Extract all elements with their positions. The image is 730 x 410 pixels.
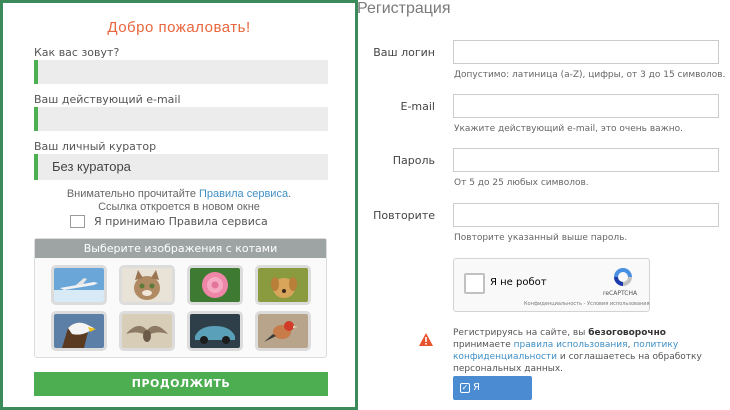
agree-button[interactable]: ✓ Я согласен! [453,376,532,410]
rules-link[interactable]: Правила сервиса [199,188,288,200]
rules-notice-prefix: Внимательно прочитайте [66,188,199,200]
repeat-password-hint: Повторите указанный выше пароль. [454,233,628,243]
image-captcha: Выберите изображения с котами [34,238,327,358]
warning-icon [419,333,433,346]
captcha-image-rose[interactable] [187,265,243,305]
recaptcha-logo-icon [614,268,632,286]
puppy-image [258,268,308,302]
login-input[interactable] [453,40,719,64]
captcha-image-small-bird[interactable] [255,311,311,351]
curator-select[interactable]: Без куратора [34,154,328,180]
rules-notice: Внимательно прочитайте Правила сервиса. [3,188,355,201]
recaptcha-widget: Я не робот reCAPTCHA Конфиденциальность … [453,258,650,312]
name-input[interactable] [34,60,328,84]
repeat-password-label: Повторите [373,209,435,222]
continue-button[interactable]: ПРОДОЛЖИТЬ [34,372,328,396]
terms-middle: принимаете [453,340,514,350]
captcha-image-car[interactable] [187,311,243,351]
terms-prefix: Регистрируясь на сайте, вы [453,328,589,338]
new-window-notice: Ссылка откроется в новом окне [98,201,260,213]
recaptcha-terms[interactable]: Конфиденциальность - Условия использован… [524,301,650,307]
accept-rules-label[interactable]: Я принимаю Правила сервиса [94,215,268,228]
captcha-image-puppy[interactable] [255,265,311,305]
eagle-image [54,314,104,348]
password-input[interactable] [453,148,719,172]
bird-wings-image [122,314,172,348]
password-label: Пароль [392,154,435,167]
repeat-password-input[interactable] [453,203,719,227]
small-bird-image [258,314,308,348]
login-label: Ваш логин [373,46,435,59]
captcha-title: Выберите изображения с котами [35,239,326,258]
email-label-right: E-mail [400,100,436,113]
recaptcha-brand: reCAPTCHA [603,290,638,297]
rules-notice-suffix: . [288,188,292,200]
terms-bold: безоговорочно [588,328,666,338]
cat-image [122,268,172,302]
check-icon: ✓ [460,383,470,393]
recaptcha-checkbox[interactable] [464,273,485,294]
welcome-title: Добро пожаловать! [107,19,251,36]
email-input-right[interactable] [453,94,719,118]
curator-label: Ваш личный куратор [34,140,157,153]
recaptcha-label: Я не робот [490,277,547,288]
email-hint: Укажите действующий e-mail, это очень ва… [454,124,684,134]
captcha-image-cat[interactable] [119,265,175,305]
registration-title: Регистрация [357,0,451,17]
captcha-image-bird-wings[interactable] [119,311,175,351]
terms-of-use-link[interactable]: правила использования [514,340,628,350]
email-input[interactable] [34,107,328,131]
signup-panel-left: Добро пожаловать! Как вас зовут? Ваш дей… [0,0,358,410]
captcha-image-eagle[interactable] [51,311,107,351]
email-label: Ваш действующий e-mail [34,93,181,106]
rose-image [190,268,240,302]
name-label: Как вас зовут? [34,46,120,59]
captcha-image-airplane[interactable] [51,265,107,305]
login-hint: Допустимо: латиница (a-Z), цифры, от 3 д… [454,70,726,80]
agree-button-label: Я согласен! [473,382,525,410]
password-hint: От 5 до 25 любых символов. [454,178,589,188]
car-image [190,314,240,348]
accept-rules-checkbox[interactable] [70,215,85,228]
airplane-image [54,268,104,302]
terms-notice: Регистрируясь на сайте, вы безоговорочно… [453,327,718,375]
